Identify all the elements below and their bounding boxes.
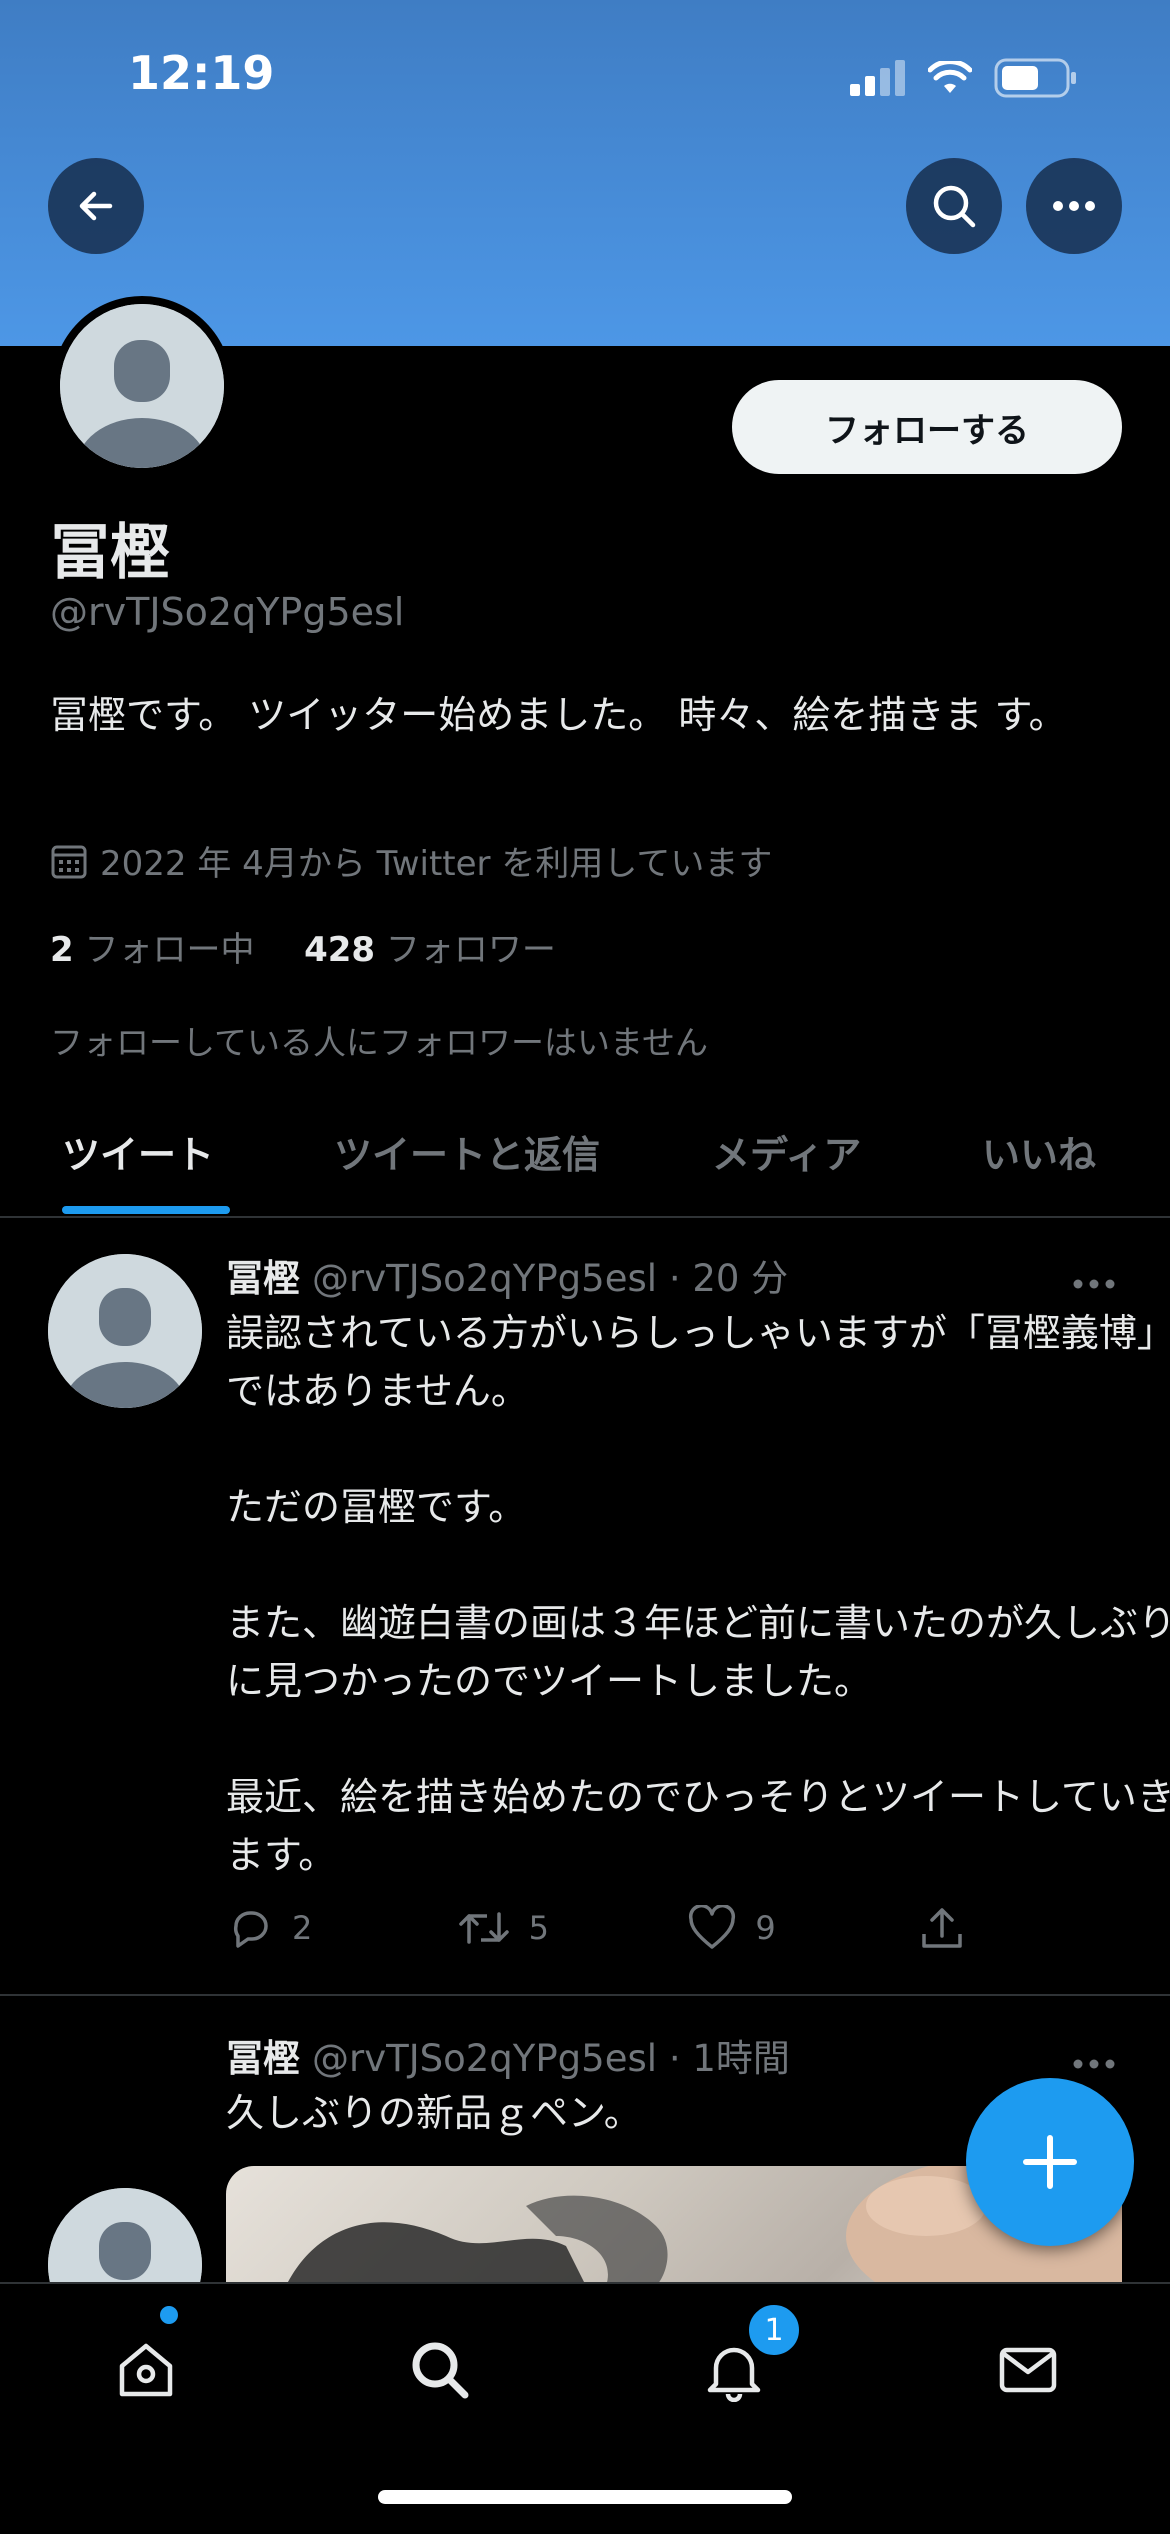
reply-icon: [233, 1911, 268, 1948]
plus-icon: [1023, 2135, 1077, 2189]
follow-button[interactable]: フォローする: [732, 380, 1122, 474]
tab-media[interactable]: メディア: [712, 1124, 861, 1179]
reply-button[interactable]: 2: [226, 1904, 457, 1952]
tweet-author-name[interactable]: 冨樫: [226, 1257, 300, 1300]
search-icon: [412, 2342, 469, 2399]
tweet-author-handle[interactable]: @rvTJSo2qYPg5esl: [312, 2037, 657, 2080]
retweet-icon: [458, 1912, 509, 1944]
follow-counts: 2 フォロー中 428 フォロワー: [50, 922, 556, 971]
back-button[interactable]: [48, 158, 144, 254]
search-button[interactable]: [906, 158, 1002, 254]
mutual-followers-note: フォローしている人にフォロワーはいません: [50, 1023, 709, 1062]
retweet-button[interactable]: 5: [457, 1904, 688, 1952]
home-icon: [119, 2343, 173, 2397]
more-horizontal-icon: [1053, 201, 1095, 211]
tweet-actions: 2 5 9: [226, 1904, 966, 1952]
profile-tabs: ツイート ツイートと返信 メディア いいね: [0, 1108, 1170, 1218]
notifications-badge: 1: [746, 2302, 802, 2358]
like-button[interactable]: 9: [687, 1905, 918, 1951]
tweet-more-icon[interactable]: [1072, 1254, 1116, 1300]
tweet-more-icon[interactable]: [1072, 2034, 1116, 2080]
tab-tweets[interactable]: ツイート: [62, 1124, 214, 1179]
nav-home[interactable]: [106, 2330, 186, 2410]
battery-icon: [994, 58, 1076, 98]
tweet-author-name[interactable]: 冨樫: [226, 2037, 300, 2080]
heart-icon: [689, 1905, 736, 1949]
joined-text: 2022 年 4月から Twitter を利用しています: [100, 844, 773, 884]
active-tab-indicator: [62, 1206, 230, 1214]
status-time: 12:19: [128, 46, 275, 100]
profile-handle: @rvTJSo2qYPg5esl: [50, 590, 405, 634]
following-link[interactable]: 2 フォロー中: [50, 930, 254, 970]
tweet-text: 誤認されている方がいらしっしゃいますが「冨樫義博」ではありません。 ただの冨樫で…: [226, 1311, 1170, 1877]
more-options-button[interactable]: [1026, 158, 1122, 254]
tweet-time: · 20 分: [668, 1257, 789, 1300]
joined-date: 2022 年 4月から Twitter を利用しています: [50, 836, 772, 885]
tab-tweets-and-replies[interactable]: ツイートと返信: [334, 1124, 600, 1179]
wifi-icon: [928, 61, 972, 93]
profile-bio: 冨樫です。 ツイッター始めました。 時々、絵を描きま す。: [50, 693, 1067, 737]
tweet-header: 冨樫 @rvTJSo2qYPg5esl · 20 分: [226, 1248, 788, 1302]
home-indicator: [378, 2490, 792, 2504]
tweet-time: · 1時間: [668, 2037, 790, 2080]
cellular-signal-icon: [850, 60, 905, 96]
nav-explore[interactable]: [400, 2330, 480, 2410]
tweet-avatar[interactable]: [48, 1254, 202, 1408]
calendar-icon: [51, 845, 87, 878]
followers-link[interactable]: 428 フォロワー: [304, 930, 556, 970]
default-avatar-icon: [60, 304, 224, 468]
tweet-author-handle[interactable]: @rvTJSo2qYPg5esl: [312, 1257, 657, 1300]
tab-likes[interactable]: いいね: [982, 1124, 1096, 1179]
share-button[interactable]: [918, 1904, 966, 1952]
tweet-header: 冨樫 @rvTJSo2qYPg5esl · 1時間: [226, 2028, 790, 2082]
arrow-left-icon: [79, 191, 113, 221]
nav-messages[interactable]: [988, 2330, 1068, 2410]
mail-icon: [999, 2347, 1057, 2393]
tweet-divider: [0, 1994, 1170, 1996]
share-icon: [922, 1908, 962, 1948]
status-icons: [850, 58, 1078, 98]
home-unread-dot: [160, 2306, 178, 2324]
search-icon: [933, 185, 976, 228]
profile-avatar[interactable]: [52, 296, 232, 476]
compose-tweet-button[interactable]: [966, 2078, 1134, 2246]
profile-name: 冨樫: [50, 518, 170, 588]
